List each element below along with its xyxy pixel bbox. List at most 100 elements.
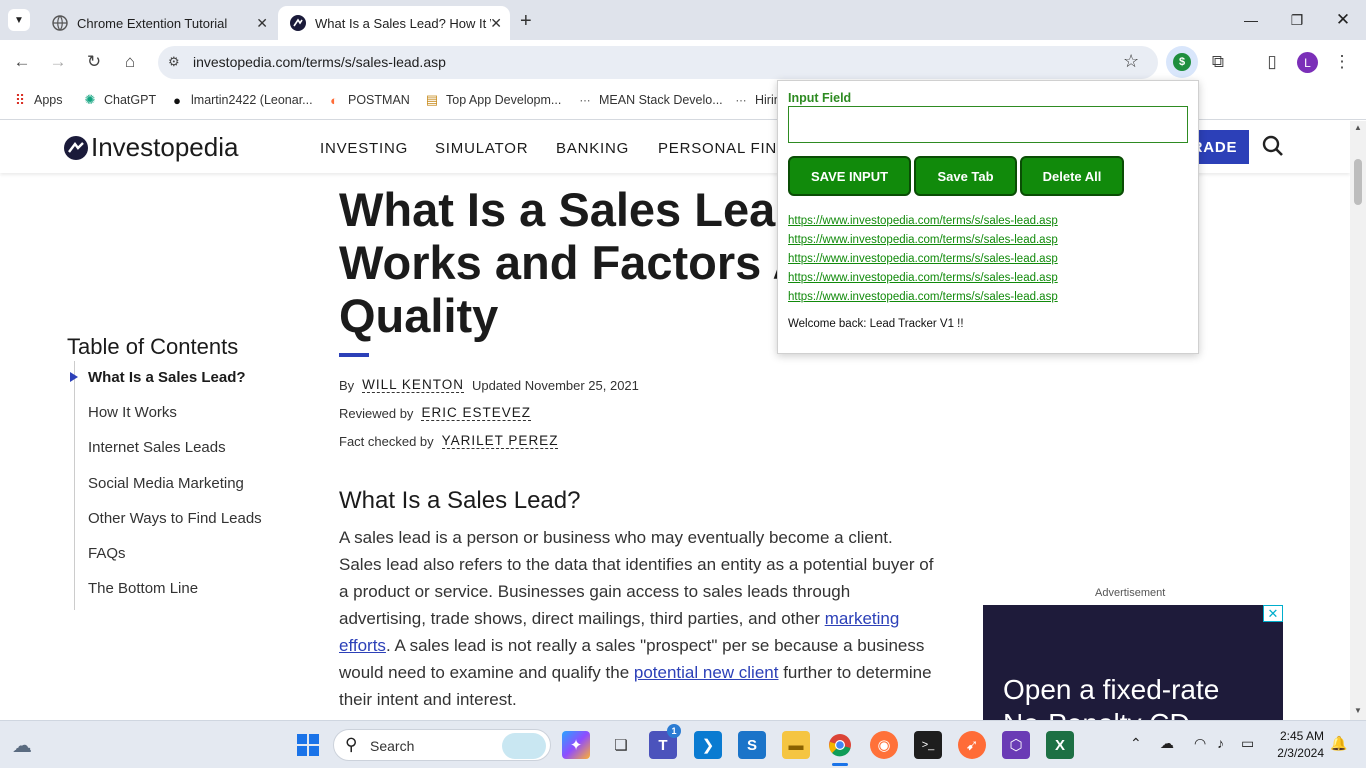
close-tab-icon[interactable]: ✕ <box>256 15 268 32</box>
saved-lead-link[interactable]: https://www.investopedia.com/terms/s/sal… <box>788 253 1058 265</box>
chatgpt-icon: ✺ <box>84 92 96 107</box>
copilot-icon[interactable]: ✦ <box>562 731 590 759</box>
save-input-button[interactable]: SAVE INPUT <box>788 156 911 196</box>
lead-tracker-extension-icon[interactable]: $ <box>1166 46 1198 78</box>
app-hexagon-icon[interactable]: ⬡ <box>1002 731 1030 759</box>
firefox-icon[interactable]: ◉ <box>870 731 898 759</box>
nav-investing[interactable]: INVESTING <box>320 140 408 157</box>
vscode-icon[interactable]: ❯ <box>694 731 722 759</box>
home-icon[interactable]: ⌂ <box>118 50 142 74</box>
widgets-icon[interactable]: ☁ <box>8 731 36 759</box>
scroll-down-icon[interactable]: ▼ <box>1354 706 1362 715</box>
notification-bell-icon[interactable]: 🔔 <box>1330 735 1347 752</box>
delete-all-button[interactable]: Delete All <box>1020 156 1124 196</box>
bookmark-apps[interactable]: ⠿ Apps <box>12 92 63 108</box>
investopedia-logo[interactable]: Investopedia <box>64 132 238 163</box>
nav-simulator[interactable]: SIMULATOR <box>435 140 528 157</box>
clock-time: 2:45 AM <box>1279 729 1324 743</box>
new-tab-button[interactable]: + <box>520 10 532 33</box>
browser-toolbar: ← → ↻ ⌂ ⚙ investopedia.com/terms/s/sales… <box>0 40 1366 84</box>
tab-sales-lead[interactable]: What Is a Sales Lead? How It W ✕ <box>278 6 510 40</box>
toc-item[interactable]: Internet Sales Leads <box>88 439 226 456</box>
toc-title: Table of Contents <box>67 334 239 359</box>
search-icon[interactable] <box>1262 135 1284 163</box>
saved-lead-link[interactable]: https://www.investopedia.com/terms/s/sal… <box>788 234 1058 246</box>
forward-arrow-icon[interactable]: → <box>46 50 70 74</box>
author-line: By WILL KENTON Updated November 25, 2021 <box>339 377 639 393</box>
bookmark-mean-stack[interactable]: ⋯ MEAN Stack Develo... <box>577 92 723 108</box>
terminal-icon[interactable]: >_ <box>914 731 942 759</box>
taskbar-search-box[interactable]: ⚲ Search <box>333 729 551 761</box>
profile-avatar[interactable]: L <box>1297 52 1318 73</box>
search-highlight-icon <box>502 733 546 759</box>
system-clock[interactable]: 2:45 AM 2/3/2024 <box>1272 728 1324 762</box>
input-label: Input Field <box>788 91 852 105</box>
toc-item[interactable]: FAQs <box>88 545 126 562</box>
toc-item[interactable]: The Bottom Line <box>88 580 198 597</box>
restore-button[interactable]: ❐ <box>1274 6 1320 34</box>
saved-lead-link[interactable]: https://www.investopedia.com/terms/s/sal… <box>788 215 1058 227</box>
nav-personal-finance[interactable]: PERSONAL FINA <box>658 140 788 157</box>
side-panel-icon[interactable]: ▯ <box>1260 50 1284 74</box>
investopedia-favicon-icon <box>290 15 306 31</box>
bookmark-hiring[interactable]: ⋯ Hirin <box>733 92 781 108</box>
bookmark-star-icon[interactable]: ☆ <box>1123 51 1139 72</box>
toc-item[interactable]: What Is a Sales Lead? <box>88 369 246 386</box>
onedrive-icon[interactable]: ☁ <box>1160 735 1174 752</box>
postman-icon[interactable]: ➹ <box>958 731 986 759</box>
link-icon: ⋯ <box>735 94 747 107</box>
site-info-icon[interactable]: ⚙ <box>168 54 180 70</box>
table-of-contents: What Is a Sales Lead? How It Works Inter… <box>70 361 304 610</box>
scrollbar-thumb[interactable] <box>1354 159 1362 205</box>
chevron-up-icon[interactable]: ⌃ <box>1130 735 1142 752</box>
bookmark-chatgpt[interactable]: ✺ ChatGPT <box>82 92 157 108</box>
tab-search-button[interactable]: ▼ <box>8 9 30 31</box>
close-tab-icon[interactable]: ✕ <box>490 15 502 32</box>
excel-icon[interactable]: X <box>1046 731 1074 759</box>
battery-icon[interactable]: ▭ <box>1241 735 1254 752</box>
toc-item[interactable]: Other Ways to Find Leads <box>88 510 262 527</box>
task-view-icon[interactable]: ❏ <box>607 731 635 759</box>
factcheck-label: Fact checked by <box>339 433 434 449</box>
back-arrow-icon[interactable]: ← <box>10 50 34 74</box>
reload-icon[interactable]: ↻ <box>82 50 106 74</box>
nav-banking[interactable]: BANKING <box>556 140 629 157</box>
bookmark-label: Apps <box>34 93 63 107</box>
toc-item[interactable]: Social Media Marketing <box>88 475 244 492</box>
factchecker-link[interactable]: YARILET PEREZ <box>441 433 559 449</box>
address-bar[interactable]: ⚙ investopedia.com/terms/s/sales-lead.as… <box>158 46 1158 79</box>
start-windows-icon[interactable] <box>294 731 322 759</box>
volume-icon[interactable]: ♪ <box>1217 735 1224 751</box>
reviewer-link[interactable]: ERIC ESTEVEZ <box>421 405 531 421</box>
wifi-icon[interactable]: ◠ <box>1194 735 1206 752</box>
saved-lead-link[interactable]: https://www.investopedia.com/terms/s/sal… <box>788 291 1058 303</box>
ad-close-icon[interactable]: ✕ <box>1263 605 1283 622</box>
teams-icon[interactable]: T 1 <box>649 724 681 759</box>
chrome-icon[interactable] <box>826 731 854 759</box>
advertisement[interactable]: ✕ Open a fixed-rate No-Penalty CD <box>983 605 1283 720</box>
bookmark-label: Top App Developm... <box>446 93 562 107</box>
bookmark-postman[interactable]: ◐ POSTMAN <box>326 92 410 108</box>
scroll-up-icon[interactable]: ▲ <box>1354 123 1362 132</box>
minimize-button[interactable]: — <box>1228 6 1274 34</box>
save-tab-button[interactable]: Save Tab <box>914 156 1017 196</box>
file-explorer-icon[interactable]: ▬ <box>782 731 810 759</box>
toc-item[interactable]: How It Works <box>88 404 177 421</box>
postman-icon: ◐ <box>330 92 338 108</box>
saved-lead-link[interactable]: https://www.investopedia.com/terms/s/sal… <box>788 272 1058 284</box>
bookmark-github[interactable]: ● lmartin2422 (Leonar... <box>169 92 313 108</box>
link-icon: ⋯ <box>579 94 591 107</box>
potential-new-client-link[interactable]: potential new client <box>634 663 779 682</box>
page-scrollbar[interactable]: ▲ ▼ <box>1350 121 1366 720</box>
author-link[interactable]: WILL KENTON <box>362 377 464 393</box>
tab-chrome-extension-tutorial[interactable]: Chrome Extention Tutorial ✕ <box>40 6 276 40</box>
tab-title: Chrome Extention Tutorial <box>77 15 228 31</box>
chevron-down-icon: ▼ <box>14 14 24 26</box>
sharepoint-icon[interactable]: S <box>738 731 766 759</box>
lead-input-field[interactable] <box>788 106 1188 143</box>
close-window-button[interactable]: ✕ <box>1320 6 1366 34</box>
bookmark-top-app[interactable]: ▤ Top App Developm... <box>424 92 562 108</box>
extensions-puzzle-icon[interactable]: ⧉ <box>1206 50 1230 74</box>
reviewer-line: Reviewed by ERIC ESTEVEZ <box>339 405 531 421</box>
kebab-menu-icon[interactable]: ⋮ <box>1330 50 1354 74</box>
